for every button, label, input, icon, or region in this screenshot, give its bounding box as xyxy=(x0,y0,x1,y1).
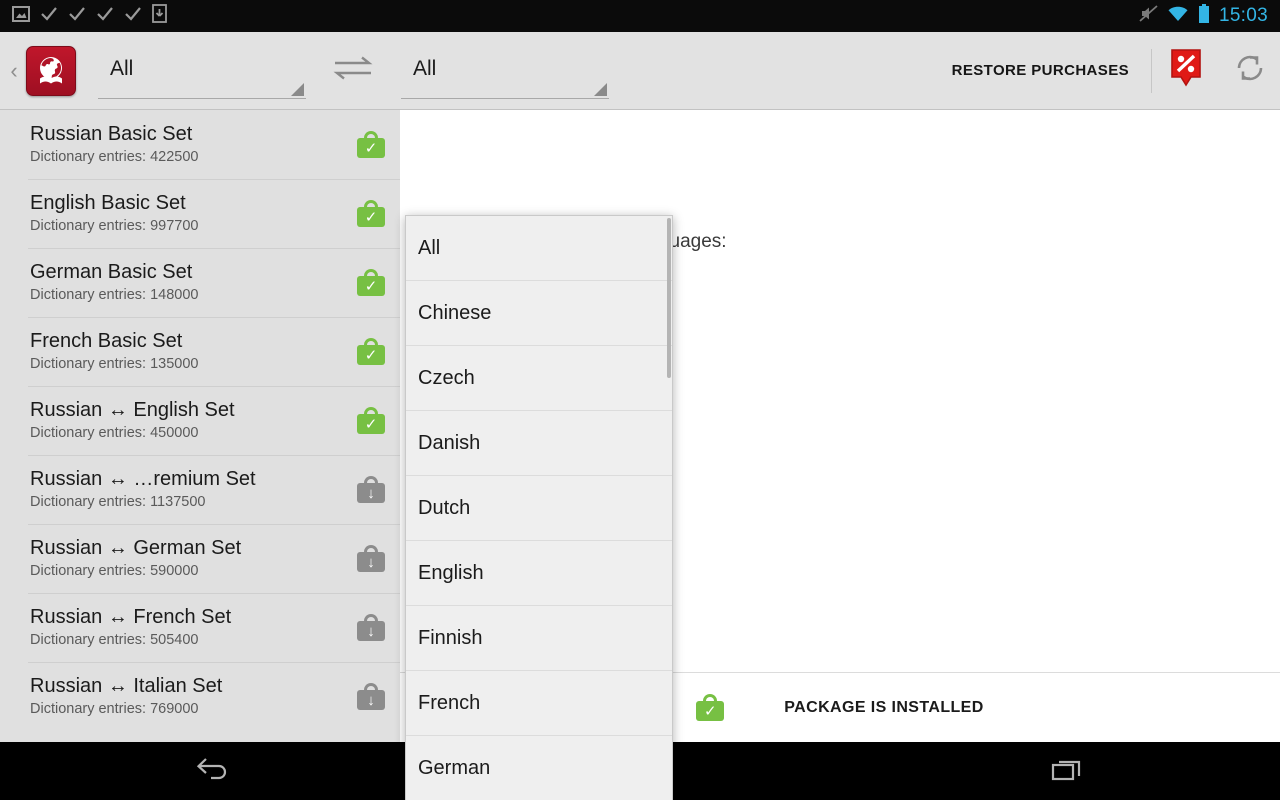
package-title: Russian ↔ French Set xyxy=(30,606,232,628)
refresh-button[interactable] xyxy=(1220,45,1280,97)
dropdown-item-chinese[interactable]: Chinese xyxy=(406,281,672,346)
status-bar-clock: 15:03 xyxy=(1218,5,1268,26)
package-title: English Basic Set xyxy=(30,192,186,214)
dropdown-item-german[interactable]: German xyxy=(406,736,672,800)
language-dropdown-menu[interactable]: All Chinese Czech Danish Dutch English F… xyxy=(405,215,673,800)
list-item[interactable]: Russian ↔ Italian Set Dictionary entries… xyxy=(0,662,400,731)
status-badge: PACKAGE IS INSTALLED xyxy=(784,698,984,716)
list-item[interactable]: Russian ↔ German Set Dictionary entries:… xyxy=(0,524,400,593)
percent-tag-icon xyxy=(1169,47,1203,94)
bag-check-icon: ✓ xyxy=(357,269,385,296)
check-icon xyxy=(124,5,142,28)
chevron-down-icon xyxy=(291,82,304,96)
check-icon xyxy=(68,5,86,28)
dropdown-item-finnish[interactable]: Finnish xyxy=(406,606,672,671)
list-item[interactable]: German Basic Set Dictionary entries: 148… xyxy=(0,248,400,317)
package-state-icon: ✓ xyxy=(342,338,400,365)
package-subtitle: Dictionary entries: 148000 xyxy=(30,287,199,303)
dropdown-item-czech[interactable]: Czech xyxy=(406,346,672,411)
target-language-value: All xyxy=(413,56,437,80)
status-bar: 15:03 xyxy=(0,0,1280,32)
package-subtitle: Dictionary entries: 997700 xyxy=(30,218,199,234)
bag-download-icon: ↓ xyxy=(357,545,385,572)
up-navigation-chevron-icon[interactable]: ‹ xyxy=(4,59,24,82)
list-item[interactable]: Russian Basic Set Dictionary entries: 42… xyxy=(0,110,400,179)
bag-check-icon: ✓ xyxy=(696,694,725,721)
promo-discount-button[interactable] xyxy=(1160,45,1212,97)
list-item[interactable]: Russian ↔ …remium Set Dictionary entries… xyxy=(0,455,400,524)
package-subtitle: Dictionary entries: 769000 xyxy=(30,701,199,717)
package-title: Russian ↔ Italian Set xyxy=(30,675,223,697)
swap-languages-button[interactable] xyxy=(330,48,376,94)
dropdown-item-english[interactable]: English xyxy=(406,541,672,606)
image-icon xyxy=(12,5,30,28)
package-title: German Basic Set xyxy=(30,261,193,283)
package-state-icon: ↓ xyxy=(342,545,400,572)
package-title: Russian ↔ …remium Set xyxy=(30,468,256,490)
bag-check-icon: ✓ xyxy=(357,200,385,227)
wifi-icon xyxy=(1167,5,1189,28)
nav-recents-button[interactable] xyxy=(1007,742,1127,800)
check-icon xyxy=(40,5,58,28)
bag-download-icon: ↓ xyxy=(357,614,385,641)
nav-back-button[interactable] xyxy=(153,742,273,800)
package-state-icon: ✓ xyxy=(342,269,400,296)
package-title: Russian ↔ German Set xyxy=(30,537,242,559)
recents-icon xyxy=(1051,756,1083,787)
package-subtitle: Dictionary entries: 505400 xyxy=(30,632,199,648)
bag-download-icon: ↓ xyxy=(357,683,385,710)
package-title: French Basic Set xyxy=(30,330,183,352)
package-subtitle: Dictionary entries: 1137500 xyxy=(30,494,206,510)
package-list[interactable]: Russian Basic Set Dictionary entries: 42… xyxy=(0,110,400,742)
chevron-down-icon xyxy=(594,82,607,96)
list-item[interactable]: Russian ↔ English Set Dictionary entries… xyxy=(0,386,400,455)
package-state-icon: ↓ xyxy=(342,476,400,503)
source-language-value: All xyxy=(110,56,134,80)
dropdown-item-all[interactable]: All xyxy=(406,216,672,281)
dropdown-item-danish[interactable]: Danish xyxy=(406,411,672,476)
status-bar-system-icons: 15:03 xyxy=(1139,4,1280,28)
package-title: Russian Basic Set xyxy=(30,123,193,145)
app-logo-globe-book-icon[interactable] xyxy=(26,45,76,96)
battery-icon xyxy=(1198,4,1210,28)
package-state-icon: ↓ xyxy=(342,683,400,710)
swap-arrows-icon xyxy=(333,55,373,86)
bag-download-icon: ↓ xyxy=(357,476,385,503)
list-item[interactable]: Russian ↔ French Set Dictionary entries:… xyxy=(0,593,400,662)
package-state-icon: ✓ xyxy=(342,131,400,158)
package-subtitle: Dictionary entries: 422500 xyxy=(30,149,199,165)
action-bar-divider xyxy=(1151,48,1152,93)
bag-check-icon: ✓ xyxy=(357,407,385,434)
download-box-icon xyxy=(152,4,167,28)
package-state-icon: ↓ xyxy=(342,614,400,641)
target-language-spinner[interactable]: All xyxy=(401,43,609,99)
restore-purchases-button[interactable]: RESTORE PURCHASES xyxy=(938,62,1143,79)
package-state-icon: ✓ xyxy=(342,407,400,434)
dropdown-scrollbar[interactable] xyxy=(667,218,671,378)
back-icon xyxy=(195,756,231,787)
refresh-icon xyxy=(1233,51,1267,90)
package-subtitle: Dictionary entries: 590000 xyxy=(30,563,199,579)
bag-check-icon: ✓ xyxy=(357,131,385,158)
package-subtitle: Dictionary entries: 450000 xyxy=(30,425,199,441)
check-icon xyxy=(96,5,114,28)
list-item[interactable]: French Basic Set Dictionary entries: 135… xyxy=(0,317,400,386)
bag-check-icon: ✓ xyxy=(357,338,385,365)
content-area: Russian Basic Set Dictionary entries: 42… xyxy=(0,110,1280,800)
package-state-icon: ✓ xyxy=(342,200,400,227)
mute-icon xyxy=(1139,4,1158,28)
action-bar: ‹ All All RESTORE PURCHASES xyxy=(0,32,1280,110)
dropdown-item-dutch[interactable]: Dutch xyxy=(406,476,672,541)
source-language-spinner[interactable]: All xyxy=(98,43,306,99)
status-bar-notification-icons xyxy=(0,4,167,28)
dropdown-item-french[interactable]: French xyxy=(406,671,672,736)
package-title: Russian ↔ English Set xyxy=(30,399,235,421)
app-screen: 15:03 ‹ All All RESTORE PURCHASES Russia… xyxy=(0,0,1280,800)
list-item[interactable]: English Basic Set Dictionary entries: 99… xyxy=(0,179,400,248)
package-subtitle: Dictionary entries: 135000 xyxy=(30,356,199,372)
